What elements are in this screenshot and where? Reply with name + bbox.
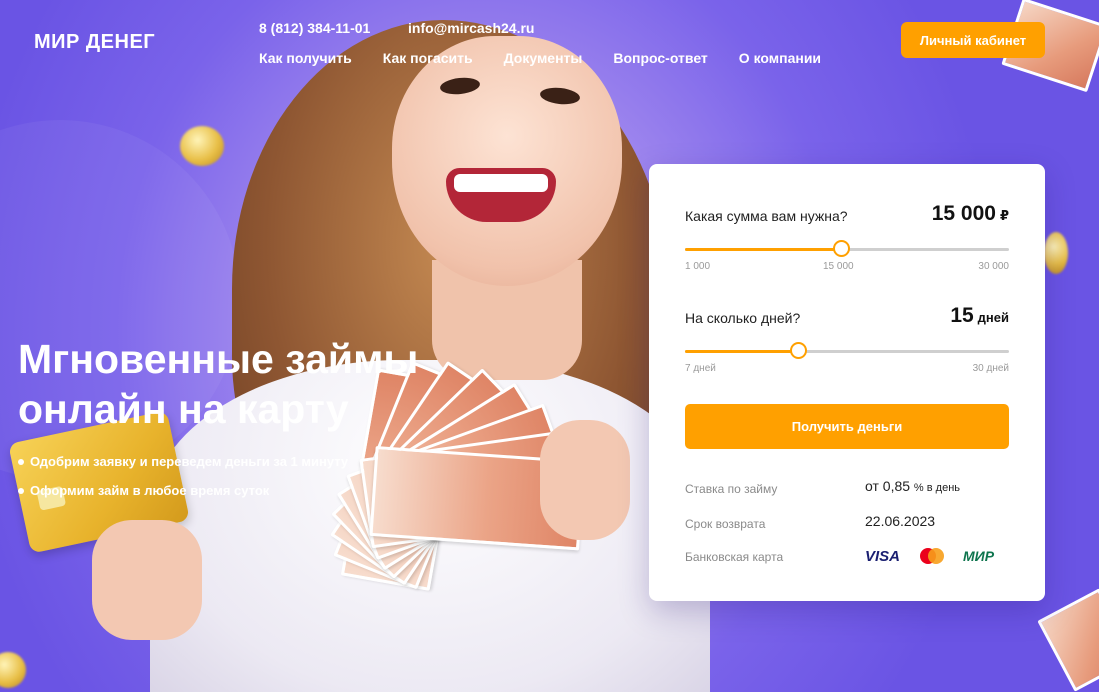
hero-title-line: Мгновенные займы	[18, 336, 419, 382]
nav-about[interactable]: О компании	[739, 50, 821, 66]
nav-how-to-get[interactable]: Как получить	[259, 50, 352, 66]
amount-slider-fill	[685, 248, 841, 251]
days-slider-fill	[685, 350, 799, 353]
currency-sign: ₽	[999, 208, 1009, 223]
days-question: На сколько дней?	[685, 310, 801, 326]
mir-icon: МИР	[963, 548, 995, 564]
coin-decoration	[180, 126, 224, 166]
loan-calculator: Какая сумма вам нужна? 15 000 ₽ 1 000 15 …	[649, 164, 1045, 601]
nav-how-to-repay[interactable]: Как погасить	[383, 50, 473, 66]
coin-decoration	[0, 652, 26, 688]
phone-link[interactable]: 8 (812) 384-11-01	[259, 20, 370, 36]
return-date-value: 22.06.2023	[865, 513, 936, 529]
days-unit: дней	[977, 310, 1009, 325]
rate-label: Ставка по займу	[685, 482, 778, 496]
hero-title-line: онлайн на карту	[18, 386, 349, 432]
amount-slider[interactable]	[685, 240, 1009, 257]
amount-slider-handle[interactable]	[832, 240, 850, 257]
visa-icon: VISA	[865, 548, 901, 565]
amount-value: 15 000 ₽	[932, 202, 1009, 226]
rate-number: от 0,85	[865, 478, 911, 494]
days-slider-handle[interactable]	[790, 342, 808, 359]
amount-min-tick: 1 000	[685, 261, 711, 272]
amount-mid-tick: 15 000	[823, 261, 854, 272]
mastercard-icon	[917, 546, 947, 566]
amount-question: Какая сумма вам нужна?	[685, 208, 848, 224]
days-max-tick: 30 дней	[972, 363, 1009, 374]
personal-account-button[interactable]: Личный кабинет	[901, 22, 1045, 58]
nav-documents[interactable]: Документы	[504, 50, 583, 66]
hero-title: Мгновенные займы онлайн на карту	[18, 334, 478, 434]
woman-smile	[446, 168, 556, 222]
woman-face	[392, 36, 622, 286]
days-min-tick: 7 дней	[685, 363, 716, 374]
woman-hand	[540, 420, 630, 540]
logo[interactable]: МИР ДЕНЕГ	[34, 31, 155, 54]
days-number: 15	[950, 304, 974, 327]
amount-max-tick: 30 000	[978, 261, 1009, 272]
email-link[interactable]: info@mircash24.ru	[408, 20, 534, 36]
days-slider[interactable]	[685, 342, 1009, 359]
main-nav: Как получить Как погасить Документы Вопр…	[259, 50, 852, 66]
amount-number: 15 000	[931, 202, 996, 225]
nav-faq[interactable]: Вопрос-ответ	[613, 50, 707, 66]
rate-suffix: % в день	[913, 482, 961, 494]
woman-hand	[92, 520, 202, 640]
bank-card-label: Банковская карта	[685, 550, 784, 564]
coin-decoration	[1044, 232, 1068, 274]
get-money-button[interactable]: Получить деньги	[685, 404, 1009, 449]
benefit-item: Одобрим заявку и переведем деньги за 1 м…	[18, 454, 348, 469]
rate-value: от 0,85 % в день	[865, 478, 960, 494]
benefit-item: Оформим займ в любое время суток	[18, 483, 348, 498]
banknote-decoration	[1037, 588, 1099, 692]
days-value: 15 дней	[950, 304, 1009, 328]
benefits-list: Одобрим заявку и переведем деньги за 1 м…	[18, 454, 348, 512]
return-date-label: Срок возврата	[685, 517, 766, 531]
logo-text: МИР ДЕНЕГ	[34, 31, 156, 53]
